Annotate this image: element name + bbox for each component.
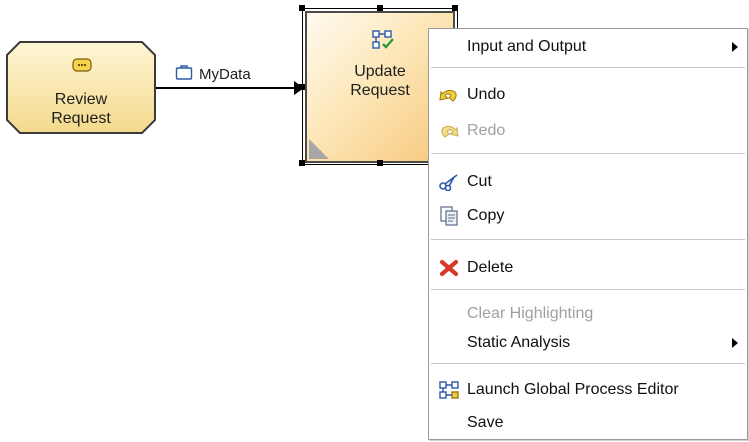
corner-marker (309, 139, 329, 159)
connection-data-label[interactable]: MyData (175, 64, 251, 84)
resize-handle-ne[interactable] (452, 5, 458, 11)
resize-handle-sw[interactable] (299, 160, 305, 166)
menu-separator (431, 363, 745, 364)
delete-icon (438, 258, 460, 278)
copy-icon (438, 206, 460, 226)
connection-line[interactable] (156, 87, 302, 89)
menu-item-input-output[interactable]: Input and Output (429, 33, 747, 61)
resize-handle-nw[interactable] (299, 5, 305, 11)
scissors-icon (438, 172, 460, 192)
menu-separator (431, 239, 745, 240)
menu-item-label: Cut (467, 173, 492, 190)
menu-item-label: Undo (467, 86, 506, 103)
menu-item-cut[interactable]: Cut (429, 168, 747, 196)
menu-item-label: Save (467, 414, 504, 431)
undo-icon (438, 85, 460, 105)
menu-item-label: Static Analysis (467, 334, 571, 351)
redo-icon (438, 121, 460, 141)
menu-item-clear-highlighting[interactable]: Clear Highlighting (429, 300, 747, 328)
menu-separator (431, 289, 745, 290)
menu-item-launch-global-process-editor[interactable]: Launch Global Process Editor (429, 376, 747, 404)
menu-item-label: Copy (467, 207, 505, 224)
menu-separator (431, 153, 745, 154)
data-label-text: MyData (199, 65, 251, 83)
menu-item-label: Input and Output (467, 38, 587, 55)
submenu-arrow-icon (732, 42, 738, 52)
process-icon (371, 29, 395, 56)
menu-item-label: Launch Global Process Editor (467, 381, 679, 398)
menu-item-save[interactable]: Save (429, 409, 747, 437)
process-icon (438, 380, 460, 400)
resize-handle-s[interactable] (377, 160, 383, 166)
review-label-line1: Review (54, 91, 108, 108)
menu-item-copy[interactable]: Copy (429, 202, 747, 230)
review-request-label: Review Request (6, 90, 156, 128)
menu-item-static-analysis[interactable]: Static Analysis (429, 329, 747, 357)
review-label-line2: Request (51, 110, 111, 127)
resize-handle-n[interactable] (377, 5, 383, 11)
menu-item-delete[interactable]: Delete (429, 254, 747, 282)
menu-item-redo[interactable]: Redo (429, 117, 747, 145)
context-menu: Input and Output Undo Redo Cut Copy Dele… (428, 28, 748, 440)
menu-item-label: Clear Highlighting (467, 305, 594, 322)
menu-separator (431, 67, 745, 68)
menu-item-label: Redo (467, 122, 506, 139)
resize-handle-w[interactable] (299, 84, 305, 90)
bag-icon (175, 64, 193, 84)
menu-item-undo[interactable]: Undo (429, 81, 747, 109)
submenu-arrow-icon (732, 338, 738, 348)
review-request-node[interactable]: Review Request (6, 41, 156, 134)
menu-item-label: Delete (467, 259, 514, 276)
